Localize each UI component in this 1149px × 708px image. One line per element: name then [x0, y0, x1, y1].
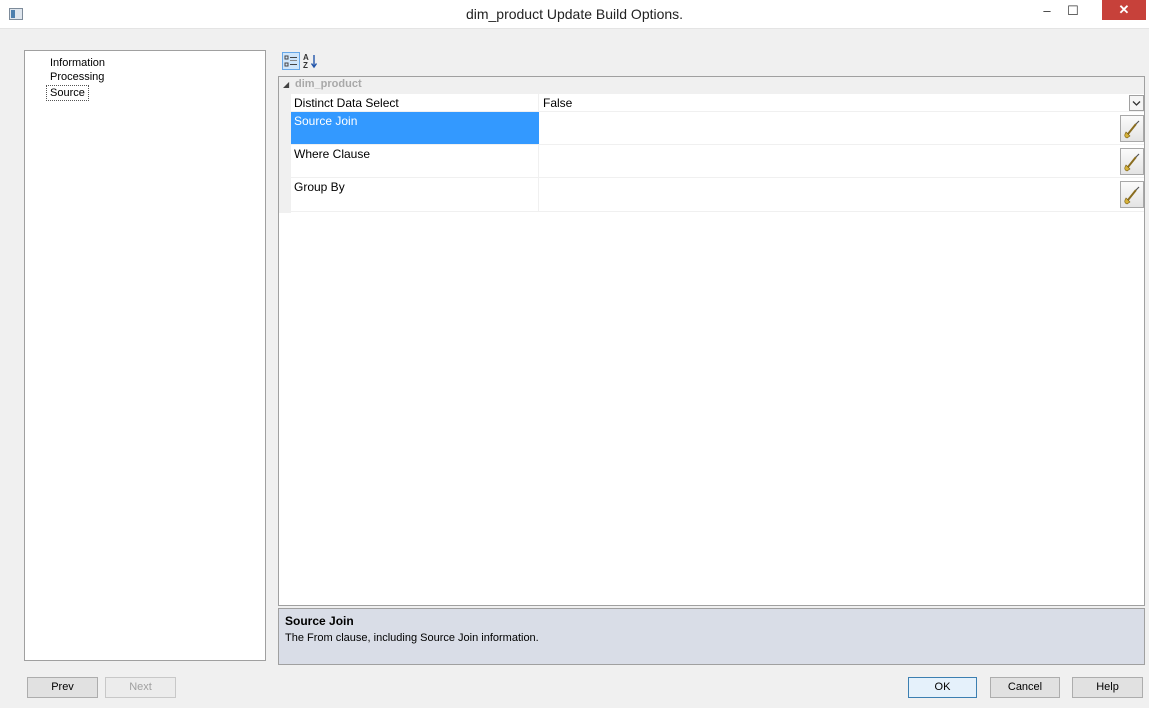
chevron-down-icon	[1132, 101, 1141, 106]
svg-text:Z: Z	[303, 61, 308, 70]
property-name: Group By	[291, 178, 539, 211]
property-name: Where Clause	[291, 145, 539, 177]
grid-margin	[279, 77, 291, 213]
description-text: The From clause, including Source Join i…	[285, 632, 539, 644]
sort-az-icon: A Z	[303, 53, 318, 70]
prev-button[interactable]: Prev	[27, 677, 98, 698]
categorized-button[interactable]	[282, 52, 300, 70]
brush-edit-icon	[1124, 120, 1140, 139]
property-name: Distinct Data Select	[291, 94, 539, 111]
brush-edit-icon	[1124, 153, 1140, 172]
minimize-button[interactable]: –	[1034, 0, 1060, 22]
help-button[interactable]: Help	[1072, 677, 1143, 698]
nav-item-information[interactable]: Information	[47, 56, 108, 70]
cancel-button[interactable]: Cancel	[990, 677, 1060, 698]
category-label: dim_product	[295, 78, 362, 90]
nav-item-processing[interactable]: Processing	[47, 70, 107, 84]
property-value[interactable]	[540, 145, 1144, 179]
alphabetical-button[interactable]: A Z	[302, 52, 320, 70]
categorized-icon	[284, 55, 297, 67]
maximize-button[interactable]: ☐	[1060, 0, 1086, 22]
property-grid-toolbar: A Z	[278, 48, 1145, 74]
property-grid-panel: A Z ◢ dim_product Distinct Data Select F…	[278, 48, 1145, 665]
property-row-source-join[interactable]: Source Join	[291, 112, 1144, 145]
close-button[interactable]: ✕	[1102, 0, 1146, 20]
property-row-where-clause[interactable]: Where Clause	[291, 145, 1144, 178]
next-button[interactable]: Next	[105, 677, 176, 698]
property-grid: ◢ dim_product Distinct Data Select False…	[278, 76, 1145, 606]
title-bar: dim_product Update Build Options. – ☐ ✕	[0, 0, 1149, 29]
edit-button[interactable]	[1120, 181, 1144, 208]
property-value[interactable]	[540, 112, 1144, 146]
description-title: Source Join	[285, 614, 354, 628]
collapse-triangle-icon[interactable]: ◢	[283, 80, 289, 89]
window-title: dim_product Update Build Options.	[465, 6, 684, 22]
property-value[interactable]: False	[540, 94, 1144, 113]
edit-button[interactable]	[1120, 115, 1144, 142]
property-value[interactable]	[540, 178, 1144, 213]
edit-button[interactable]	[1120, 148, 1144, 175]
property-row-group-by[interactable]: Group By	[291, 178, 1144, 212]
dropdown-button[interactable]	[1129, 95, 1144, 111]
options-nav-list: Information Processing Source	[24, 50, 266, 661]
property-row-distinct-data-select[interactable]: Distinct Data Select False	[291, 94, 1144, 112]
description-panel: Source Join The From clause, including S…	[278, 608, 1145, 665]
nav-item-source[interactable]: Source	[46, 85, 89, 101]
property-value-text: False	[543, 96, 573, 110]
property-name: Source Join	[291, 112, 539, 144]
category-row[interactable]: ◢ dim_product	[279, 77, 1144, 94]
brush-edit-icon	[1124, 186, 1140, 205]
ok-button[interactable]: OK	[908, 677, 977, 698]
